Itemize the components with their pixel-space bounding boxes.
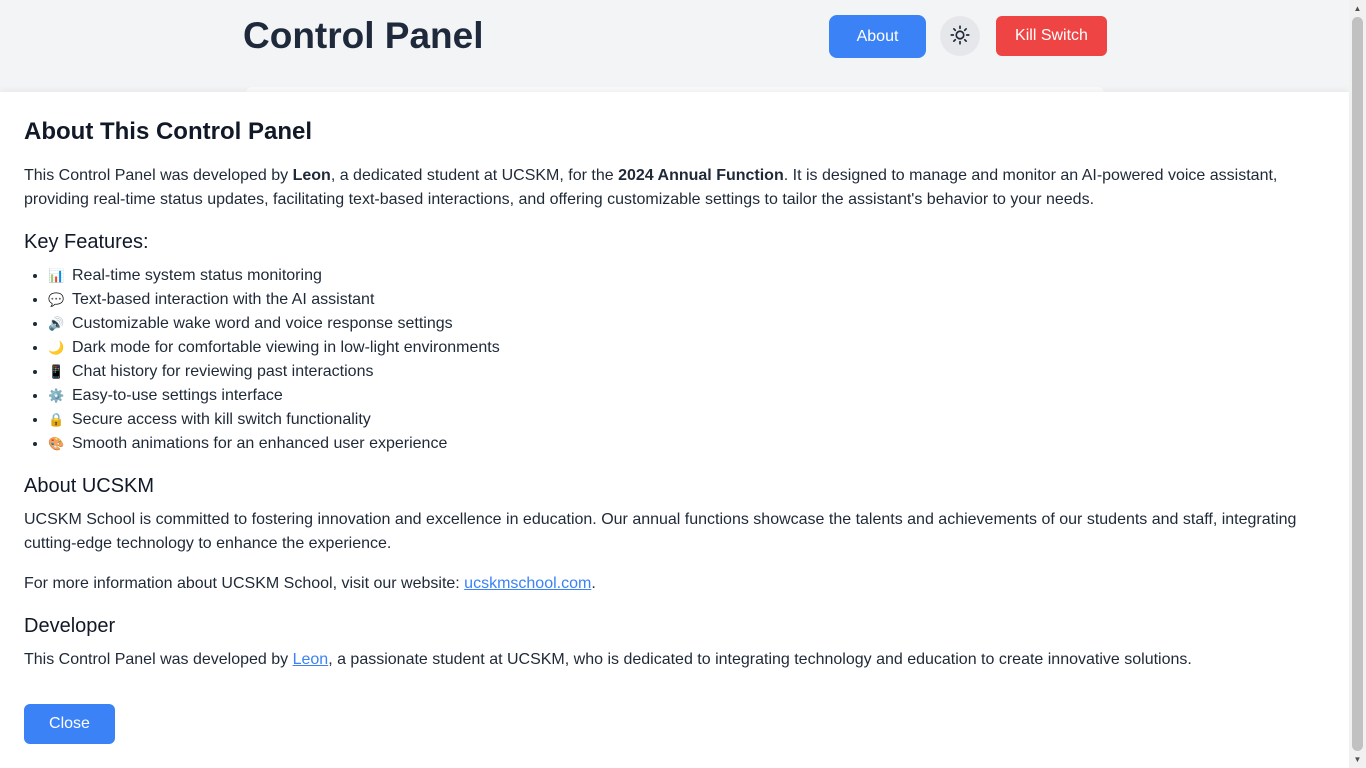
moon-icon: 🌙 bbox=[48, 340, 65, 355]
developer-heading: Developer bbox=[24, 615, 116, 637]
feature-text: Chat history for reviewing past interact… bbox=[72, 363, 374, 380]
features-list: 📊 Real-time system status monitoring 💬 Tex… bbox=[24, 264, 500, 456]
intro-text: , a dedicated student at UCSKM, for the bbox=[330, 167, 619, 184]
feature-text: Dark mode for comfortable viewing in low… bbox=[72, 339, 500, 356]
scroll-up-icon[interactable]: ▲ bbox=[1349, 0, 1366, 17]
developer-text: , a passionate student at UCSKM, who is … bbox=[328, 651, 1192, 668]
modal-title: About This Control Panel bbox=[24, 118, 312, 145]
chart-icon: 📊 bbox=[48, 268, 65, 283]
gear-icon: ⚙️ bbox=[48, 388, 65, 403]
about-modal: About This Control Panel This Control Pa… bbox=[0, 92, 1349, 768]
developer-name: Leon bbox=[292, 167, 331, 184]
page-title: Control Panel bbox=[243, 15, 484, 56]
intro-text: This Control Panel was developed by bbox=[24, 167, 293, 184]
feature-item: 📱 Chat history for reviewing past interac… bbox=[48, 360, 500, 384]
scroll-down-icon[interactable]: ▼ bbox=[1349, 751, 1366, 768]
feature-item: 📊 Real-time system status monitoring bbox=[48, 264, 500, 288]
more-info-paragraph: For more information about UCSKM School,… bbox=[24, 572, 596, 596]
developer-link[interactable]: Leon bbox=[293, 651, 329, 668]
scrollbar-thumb[interactable] bbox=[1352, 17, 1363, 751]
palette-icon: 🎨 bbox=[48, 436, 65, 451]
more-info-text: For more information about UCSKM School,… bbox=[24, 575, 465, 592]
feature-item: 🎨 Smooth animations for an enhanced user … bbox=[48, 432, 500, 456]
feature-text: Real-time system status monitoring bbox=[72, 267, 322, 284]
lock-icon: 🔒 bbox=[48, 412, 65, 427]
close-button[interactable]: Close bbox=[24, 704, 115, 744]
more-info-text: . bbox=[591, 575, 596, 592]
scrollbar[interactable]: ▲ ▼ bbox=[1349, 0, 1366, 768]
ucskm-paragraph: UCSKM School is committed to fostering i… bbox=[24, 511, 1297, 552]
feature-item: 🔒 Secure access with kill switch function… bbox=[48, 408, 500, 432]
feature-text: Text-based interaction with the AI assis… bbox=[72, 291, 375, 308]
header-bar: Control Panel About Kill Switch bbox=[0, 0, 1349, 93]
feature-text: Secure access with kill switch functiona… bbox=[72, 411, 371, 428]
features-heading: Key Features: bbox=[24, 231, 149, 253]
speech-bubble-icon: 💬 bbox=[48, 292, 65, 307]
developer-paragraph: This Control Panel was developed by Leon… bbox=[24, 648, 1192, 672]
intro-paragraph: This Control Panel was developed by Leon… bbox=[24, 164, 1314, 212]
event-name: 2024 Annual Function bbox=[618, 167, 784, 184]
developer-text: This Control Panel was developed by bbox=[24, 651, 293, 668]
phone-icon: 📱 bbox=[48, 364, 65, 379]
feature-item: 🌙 Dark mode for comfortable viewing in lo… bbox=[48, 336, 500, 360]
feature-item: 💬 Text-based interaction with the AI assi… bbox=[48, 288, 500, 312]
kill-switch-button[interactable]: Kill Switch bbox=[996, 16, 1107, 56]
theme-toggle-button[interactable] bbox=[940, 16, 980, 56]
about-button[interactable]: About bbox=[829, 15, 926, 58]
feature-text: Smooth animations for an enhanced user e… bbox=[72, 435, 448, 452]
sun-icon bbox=[950, 24, 970, 48]
speaker-icon: 🔊 bbox=[48, 316, 65, 331]
feature-item: ⚙️ Easy-to-use settings interface bbox=[48, 384, 500, 408]
website-link[interactable]: ucskmschool.com bbox=[464, 575, 591, 592]
ucskm-heading: About UCSKM bbox=[24, 475, 155, 497]
feature-text: Easy-to-use settings interface bbox=[72, 387, 283, 404]
feature-item: 🔊 Customizable wake word and voice respon… bbox=[48, 312, 500, 336]
feature-text: Customizable wake word and voice respons… bbox=[72, 315, 453, 332]
